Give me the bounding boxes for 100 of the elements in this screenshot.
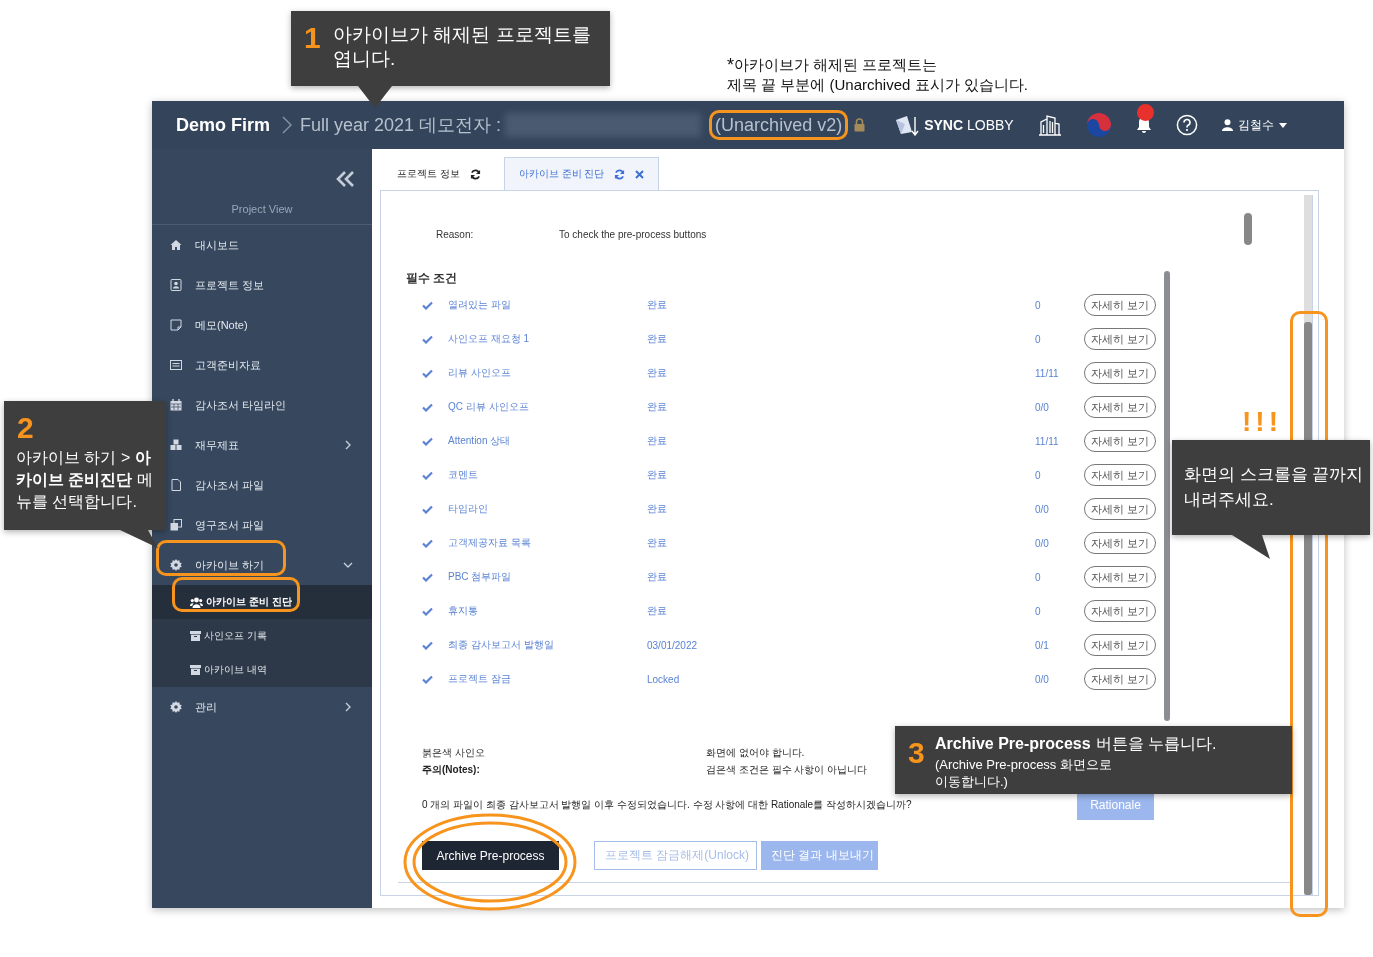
condition-status: 완료 bbox=[647, 332, 668, 346]
reason-text: To check the pre-process buttons bbox=[559, 228, 707, 240]
archive-preprocess-button[interactable]: Archive Pre-process bbox=[422, 841, 559, 870]
callout-text: 화면의 스크롤을 끝까지 내려주세요. bbox=[1184, 464, 1364, 511]
condition-count: 0/0 bbox=[1035, 537, 1050, 549]
condition-name: Attention 상태 bbox=[448, 434, 512, 448]
details-button[interactable]: 자세히 보기 bbox=[1084, 396, 1156, 418]
details-button[interactable]: 자세히 보기 bbox=[1084, 668, 1156, 690]
note-icon bbox=[170, 319, 182, 331]
details-button[interactable]: 자세히 보기 bbox=[1084, 532, 1156, 554]
details-button[interactable]: 자세히 보기 bbox=[1084, 430, 1156, 452]
details-button[interactable]: 자세히 보기 bbox=[1084, 464, 1156, 486]
callout-subtext: (Archive Pre-process 화면으로 이동합니다.) bbox=[935, 756, 1113, 790]
condition-status: 완료 bbox=[647, 400, 668, 414]
annotation-note: *아카이브가 해제된 프로젝트는 제목 끝 부분에 (Unarchived 표시가 있습니다. bbox=[727, 55, 1028, 95]
details-button[interactable]: 자세히 보기 bbox=[1084, 566, 1156, 588]
contact-icon bbox=[170, 279, 182, 291]
note-text: 화면에 없어야 합니다. bbox=[706, 745, 805, 760]
archive-box-icon bbox=[190, 665, 201, 675]
reason-label: Reason: bbox=[436, 228, 475, 240]
condition-count: 0/1 bbox=[1035, 639, 1050, 651]
chevron-right-icon bbox=[282, 116, 293, 134]
details-button[interactable]: 자세히 보기 bbox=[1084, 634, 1156, 656]
condition-status: 완료 bbox=[647, 502, 668, 516]
sidebar-item[interactable]: 대시보드 bbox=[152, 225, 372, 265]
condition-name: PBC 첨부파일 bbox=[448, 570, 513, 584]
details-button[interactable]: 자세히 보기 bbox=[1084, 498, 1156, 520]
project-title: Full year 2021 데모전자 : bbox=[300, 114, 502, 137]
note-text: 붉은색 사인오 bbox=[422, 745, 486, 760]
condition-name: 열려있는 파일 bbox=[448, 298, 512, 312]
condition-status: 완료 bbox=[647, 298, 668, 312]
condition-status: 완료 bbox=[647, 468, 668, 482]
firm-name: Demo Firm bbox=[176, 114, 271, 136]
close-icon[interactable] bbox=[635, 169, 645, 179]
archive-status: (Unarchived v2) bbox=[709, 110, 849, 140]
sidebar-item[interactable]: 아카이브 하기 bbox=[152, 545, 372, 585]
sidebar-item[interactable]: 감사조서 파일 bbox=[152, 465, 372, 505]
details-button[interactable]: 자세히 보기 bbox=[1084, 294, 1156, 316]
condition-count: 0 bbox=[1035, 605, 1042, 617]
sidebar-item[interactable]: 관리 bbox=[152, 687, 372, 727]
condition-count: 11/11 bbox=[1035, 435, 1060, 447]
condition-name: 타임라인 bbox=[448, 502, 489, 516]
help-icon[interactable] bbox=[1175, 114, 1198, 136]
archive-box-icon bbox=[190, 631, 201, 641]
details-button[interactable]: 자세히 보기 bbox=[1084, 328, 1156, 350]
refresh-icon[interactable] bbox=[469, 168, 481, 180]
condition-name: 사인오프 재요청 1 bbox=[448, 332, 531, 346]
condition-status: 03/01/2022 bbox=[647, 639, 699, 651]
callout-text: 버튼을 누릅니다. bbox=[1095, 734, 1217, 754]
cubes-icon bbox=[170, 439, 182, 451]
details-button[interactable]: 자세히 보기 bbox=[1084, 362, 1156, 384]
clone-icon bbox=[170, 519, 182, 531]
home-icon bbox=[170, 239, 182, 251]
sidebar-item[interactable]: 재무제표 bbox=[152, 425, 372, 465]
step-number: 1 bbox=[304, 23, 321, 53]
condition-count: 0/0 bbox=[1035, 401, 1050, 413]
condition-name: 리뷰 사인오프 bbox=[448, 366, 512, 380]
step-number: 3 bbox=[908, 738, 925, 768]
submenu-item[interactable]: 아카이브 준비 진단 bbox=[152, 585, 372, 619]
condition-status: 완료 bbox=[647, 570, 668, 584]
tab[interactable]: 프로젝트 정보 bbox=[380, 157, 498, 190]
user-menu[interactable]: 김철수 bbox=[1221, 116, 1287, 134]
callout-text: 아카이브가 해제된 프로젝트를 엽니다. bbox=[333, 23, 591, 71]
condition-status: 완료 bbox=[647, 604, 668, 618]
step-number: 2 bbox=[17, 413, 34, 443]
sidebar-item[interactable]: 프로젝트 정보 bbox=[152, 265, 372, 305]
sidebar-item[interactable]: 메모(Note) bbox=[152, 305, 372, 345]
condition-count: 0 bbox=[1035, 469, 1042, 481]
users-icon bbox=[190, 596, 203, 608]
tab[interactable]: 아카이브 준비 진단 bbox=[503, 157, 660, 190]
section-title: 필수 조건 bbox=[405, 270, 459, 286]
note-text: 주의(Notes): bbox=[422, 762, 481, 777]
file-icon bbox=[170, 479, 182, 491]
collapse-icon[interactable] bbox=[336, 171, 356, 187]
condition-name: 코멘트 bbox=[448, 468, 479, 482]
sync-lobby-link[interactable]: SYNC LOBBY bbox=[924, 117, 1014, 133]
details-button[interactable]: 자세히 보기 bbox=[1084, 600, 1156, 622]
condition-count: 11/11 bbox=[1035, 367, 1060, 379]
note-text: 검은색 조건은 필수 사항이 아닙니다 bbox=[706, 762, 868, 777]
user-icon bbox=[1221, 119, 1233, 131]
submenu-item[interactable]: 사인오프 기록 bbox=[152, 619, 372, 653]
scrollbar-thumb[interactable] bbox=[1244, 213, 1252, 245]
sidebar-item[interactable]: 감사조서 타임라인 bbox=[152, 385, 372, 425]
submenu-item[interactable]: 아카이브 내역 bbox=[152, 653, 372, 687]
calendar-icon bbox=[170, 399, 182, 411]
condition-name: QC 리뷰 사인오프 bbox=[448, 400, 530, 414]
rationale-question: 0 개의 파일이 최종 감사보고서 발행일 이후 수정되었습니다. 수정 사항에 대한 Rationale를 작성하시겠습니까? bbox=[422, 798, 912, 812]
building-icon[interactable] bbox=[1037, 114, 1062, 136]
gear-icon bbox=[170, 559, 182, 571]
gear-icon bbox=[170, 701, 182, 713]
condition-status: Locked bbox=[647, 673, 681, 685]
caret-icon bbox=[1278, 122, 1287, 128]
callout-title: Archive Pre-process bbox=[935, 734, 1091, 754]
sidebar-item[interactable]: 고객준비자료 bbox=[152, 345, 372, 385]
condition-status: 완료 bbox=[647, 434, 668, 448]
scrollbar-thumb[interactable] bbox=[1164, 271, 1170, 721]
condition-count: 0 bbox=[1035, 571, 1042, 583]
sidebar-item[interactable]: 영구조서 파일 bbox=[152, 505, 372, 545]
condition-name: 휴지통 bbox=[448, 604, 479, 618]
condition-count: 0/0 bbox=[1035, 503, 1050, 515]
